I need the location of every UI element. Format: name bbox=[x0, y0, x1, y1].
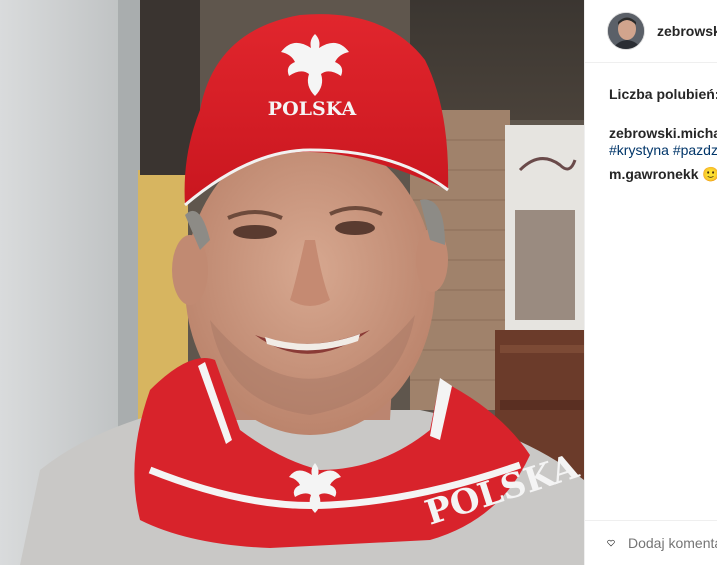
cap-text: POLSKA bbox=[268, 98, 357, 120]
avatar-image bbox=[608, 13, 644, 49]
comment-item: m.gawronekk 🙂 bbox=[609, 166, 717, 183]
hashtag-link[interactable]: #pazdziernik bbox=[673, 142, 717, 158]
comment-username[interactable]: m.gawronekk bbox=[609, 166, 698, 182]
post-username[interactable]: zebrowski.michal bbox=[657, 23, 717, 39]
heart-icon[interactable] bbox=[607, 532, 615, 554]
avatar[interactable] bbox=[607, 12, 645, 50]
post-side-panel: zebrowski.michal Liczba polubień: zebrow… bbox=[584, 0, 717, 565]
add-comment-input[interactable] bbox=[628, 535, 717, 551]
photo-illustration: POLSKA POLSKA bbox=[0, 0, 584, 565]
post-header: zebrowski.michal bbox=[585, 0, 717, 63]
caption-username[interactable]: zebrowski.michal bbox=[609, 125, 717, 141]
post-photo[interactable]: POLSKA POLSKA bbox=[0, 0, 584, 565]
hashtag-link[interactable]: #krystyna bbox=[609, 142, 669, 158]
caption-author: zebrowski.michal bbox=[609, 125, 717, 142]
comment-bar bbox=[585, 520, 717, 565]
likes-count[interactable]: Liczba polubień: bbox=[609, 86, 717, 102]
caption-hashtags: #krystyna #pazdziernik bbox=[609, 142, 717, 159]
comment-text: 🙂 bbox=[702, 166, 717, 182]
